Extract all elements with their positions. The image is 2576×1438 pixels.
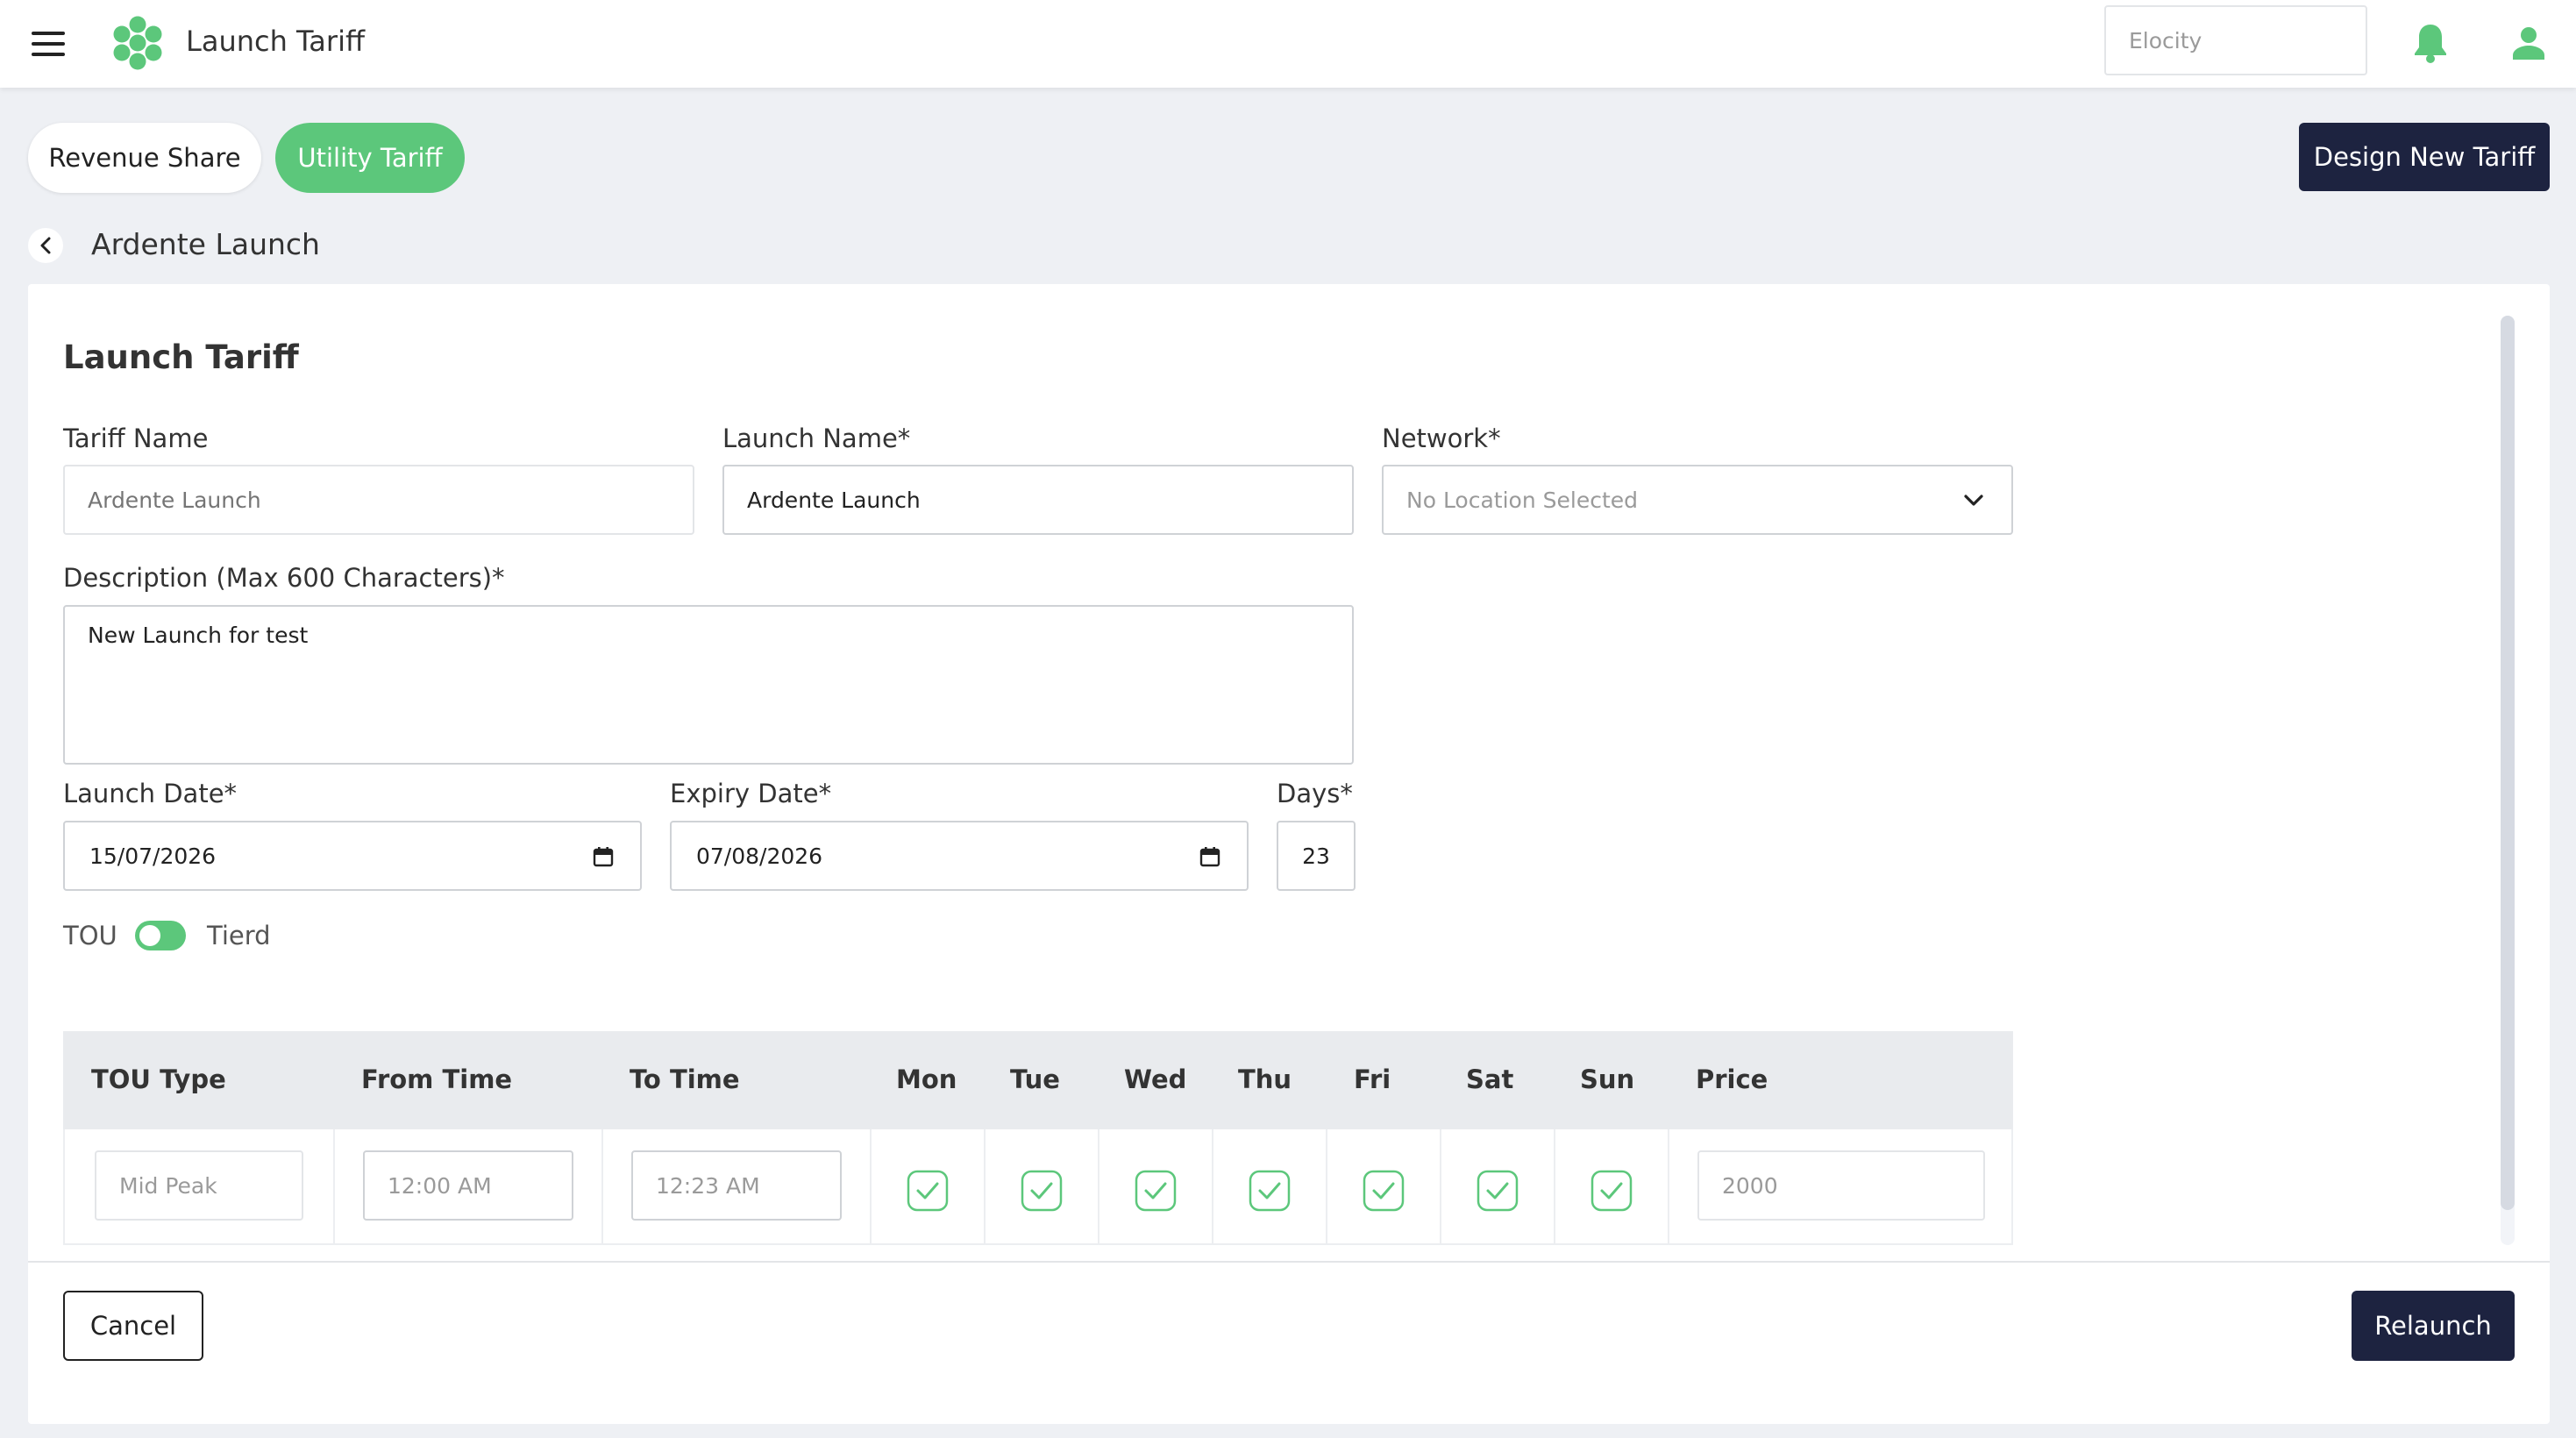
expiry-date-input[interactable]: 07/08/2026 [670, 821, 1249, 891]
column-divider [984, 1129, 986, 1243]
wednesday-checkbox[interactable] [1135, 1170, 1177, 1212]
app-title: Launch Tariff [186, 25, 365, 58]
toggle-label-tiered: Tierd [207, 921, 271, 950]
from-time-input[interactable]: 12:00 AM [363, 1150, 573, 1221]
tariff-name-input[interactable] [63, 465, 694, 535]
network-select[interactable]: No Location Selected [1382, 465, 2013, 535]
price-input[interactable]: 2000 [1697, 1150, 1985, 1221]
launch-date-label: Launch Date* [63, 779, 238, 808]
toggle-label-tou: TOU [63, 921, 117, 950]
column-header: Price [1696, 1064, 1768, 1094]
saturday-checkbox[interactable] [1477, 1170, 1519, 1212]
days-value: 23 [1302, 843, 1330, 869]
column-divider [601, 1129, 603, 1243]
column-divider [1098, 1129, 1099, 1243]
tou-type-input[interactable]: Mid Peak [95, 1150, 303, 1221]
logo-icon [113, 16, 162, 70]
network-select-value: No Location Selected [1406, 487, 1639, 513]
column-header: TOU Type [91, 1064, 226, 1094]
user-icon[interactable] [2513, 26, 2544, 60]
design-new-tariff-button[interactable]: Design New Tariff [2299, 123, 2550, 191]
table-row: Mid Peak 12:00 AM 12:23 AM 2000 [63, 1129, 2013, 1245]
description-textarea[interactable]: New Launch for test [63, 605, 1354, 765]
tab-revenue-share[interactable]: Revenue Share [28, 123, 261, 193]
column-header: Fri [1354, 1064, 1391, 1094]
footer-divider [28, 1261, 2550, 1263]
to-time-input[interactable]: 12:23 AM [631, 1150, 842, 1221]
tou-type-value: Mid Peak [119, 1172, 217, 1199]
column-divider [1554, 1129, 1555, 1243]
launch-date-value: 15/07/2026 [89, 843, 217, 869]
calendar-icon[interactable] [1199, 846, 1220, 867]
column-header: Sat [1466, 1064, 1514, 1094]
thursday-checkbox[interactable] [1249, 1170, 1291, 1212]
column-header: To Time [630, 1064, 740, 1094]
relaunch-button[interactable]: Relaunch [2352, 1291, 2515, 1361]
toggle-knob [139, 925, 160, 946]
column-divider [1326, 1129, 1327, 1243]
launch-name-input[interactable] [722, 465, 1354, 535]
tuesday-checkbox[interactable] [1021, 1170, 1063, 1212]
friday-checkbox[interactable] [1363, 1170, 1405, 1212]
from-time-value: 12:00 AM [388, 1172, 492, 1199]
column-divider [870, 1129, 872, 1243]
column-header: Tue [1010, 1064, 1060, 1094]
expiry-date-value: 07/08/2026 [696, 843, 823, 869]
tou-tiered-toggle[interactable] [135, 921, 186, 950]
form-heading: Launch Tariff [63, 338, 299, 376]
tab-utility-tariff[interactable]: Utility Tariff [275, 123, 465, 193]
column-header: Thu [1238, 1064, 1292, 1094]
description-label: Description (Max 600 Characters)* [63, 563, 505, 593]
back-button[interactable] [28, 228, 63, 263]
chevron-down-icon [1964, 495, 1983, 506]
column-header: Wed [1124, 1064, 1187, 1094]
price-value: 2000 [1722, 1172, 1778, 1199]
bell-icon[interactable] [2413, 23, 2448, 63]
tou-table: TOU Type From Time To Time Mon Tue Wed T… [63, 1031, 2013, 1245]
column-header: Sun [1580, 1064, 1635, 1094]
breadcrumb-title: Ardente Launch [91, 227, 320, 261]
menu-icon[interactable] [32, 32, 65, 56]
days-label: Days* [1277, 779, 1353, 808]
tariff-name-label: Tariff Name [63, 424, 209, 453]
expiry-date-label: Expiry Date* [670, 779, 832, 808]
table-header: TOU Type From Time To Time Mon Tue Wed T… [63, 1031, 2013, 1129]
cancel-button[interactable]: Cancel [63, 1291, 203, 1361]
column-header: From Time [361, 1064, 513, 1094]
organization-input[interactable] [2104, 5, 2367, 75]
days-input[interactable]: 23 [1277, 821, 1356, 891]
chevron-left-icon [40, 237, 51, 254]
column-divider [1212, 1129, 1213, 1243]
launch-date-input[interactable]: 15/07/2026 [63, 821, 642, 891]
network-label: Network* [1382, 424, 1501, 453]
column-header: Mon [896, 1064, 957, 1094]
top-bar: Launch Tariff [0, 0, 2576, 88]
column-divider [1440, 1129, 1441, 1243]
to-time-value: 12:23 AM [656, 1172, 760, 1199]
launch-name-label: Launch Name* [722, 424, 911, 453]
sunday-checkbox[interactable] [1590, 1170, 1633, 1212]
scrollbar-thumb[interactable] [2501, 316, 2515, 1210]
calendar-icon[interactable] [593, 846, 614, 867]
monday-checkbox[interactable] [907, 1170, 949, 1212]
column-divider [1668, 1129, 1669, 1243]
column-divider [333, 1129, 335, 1243]
